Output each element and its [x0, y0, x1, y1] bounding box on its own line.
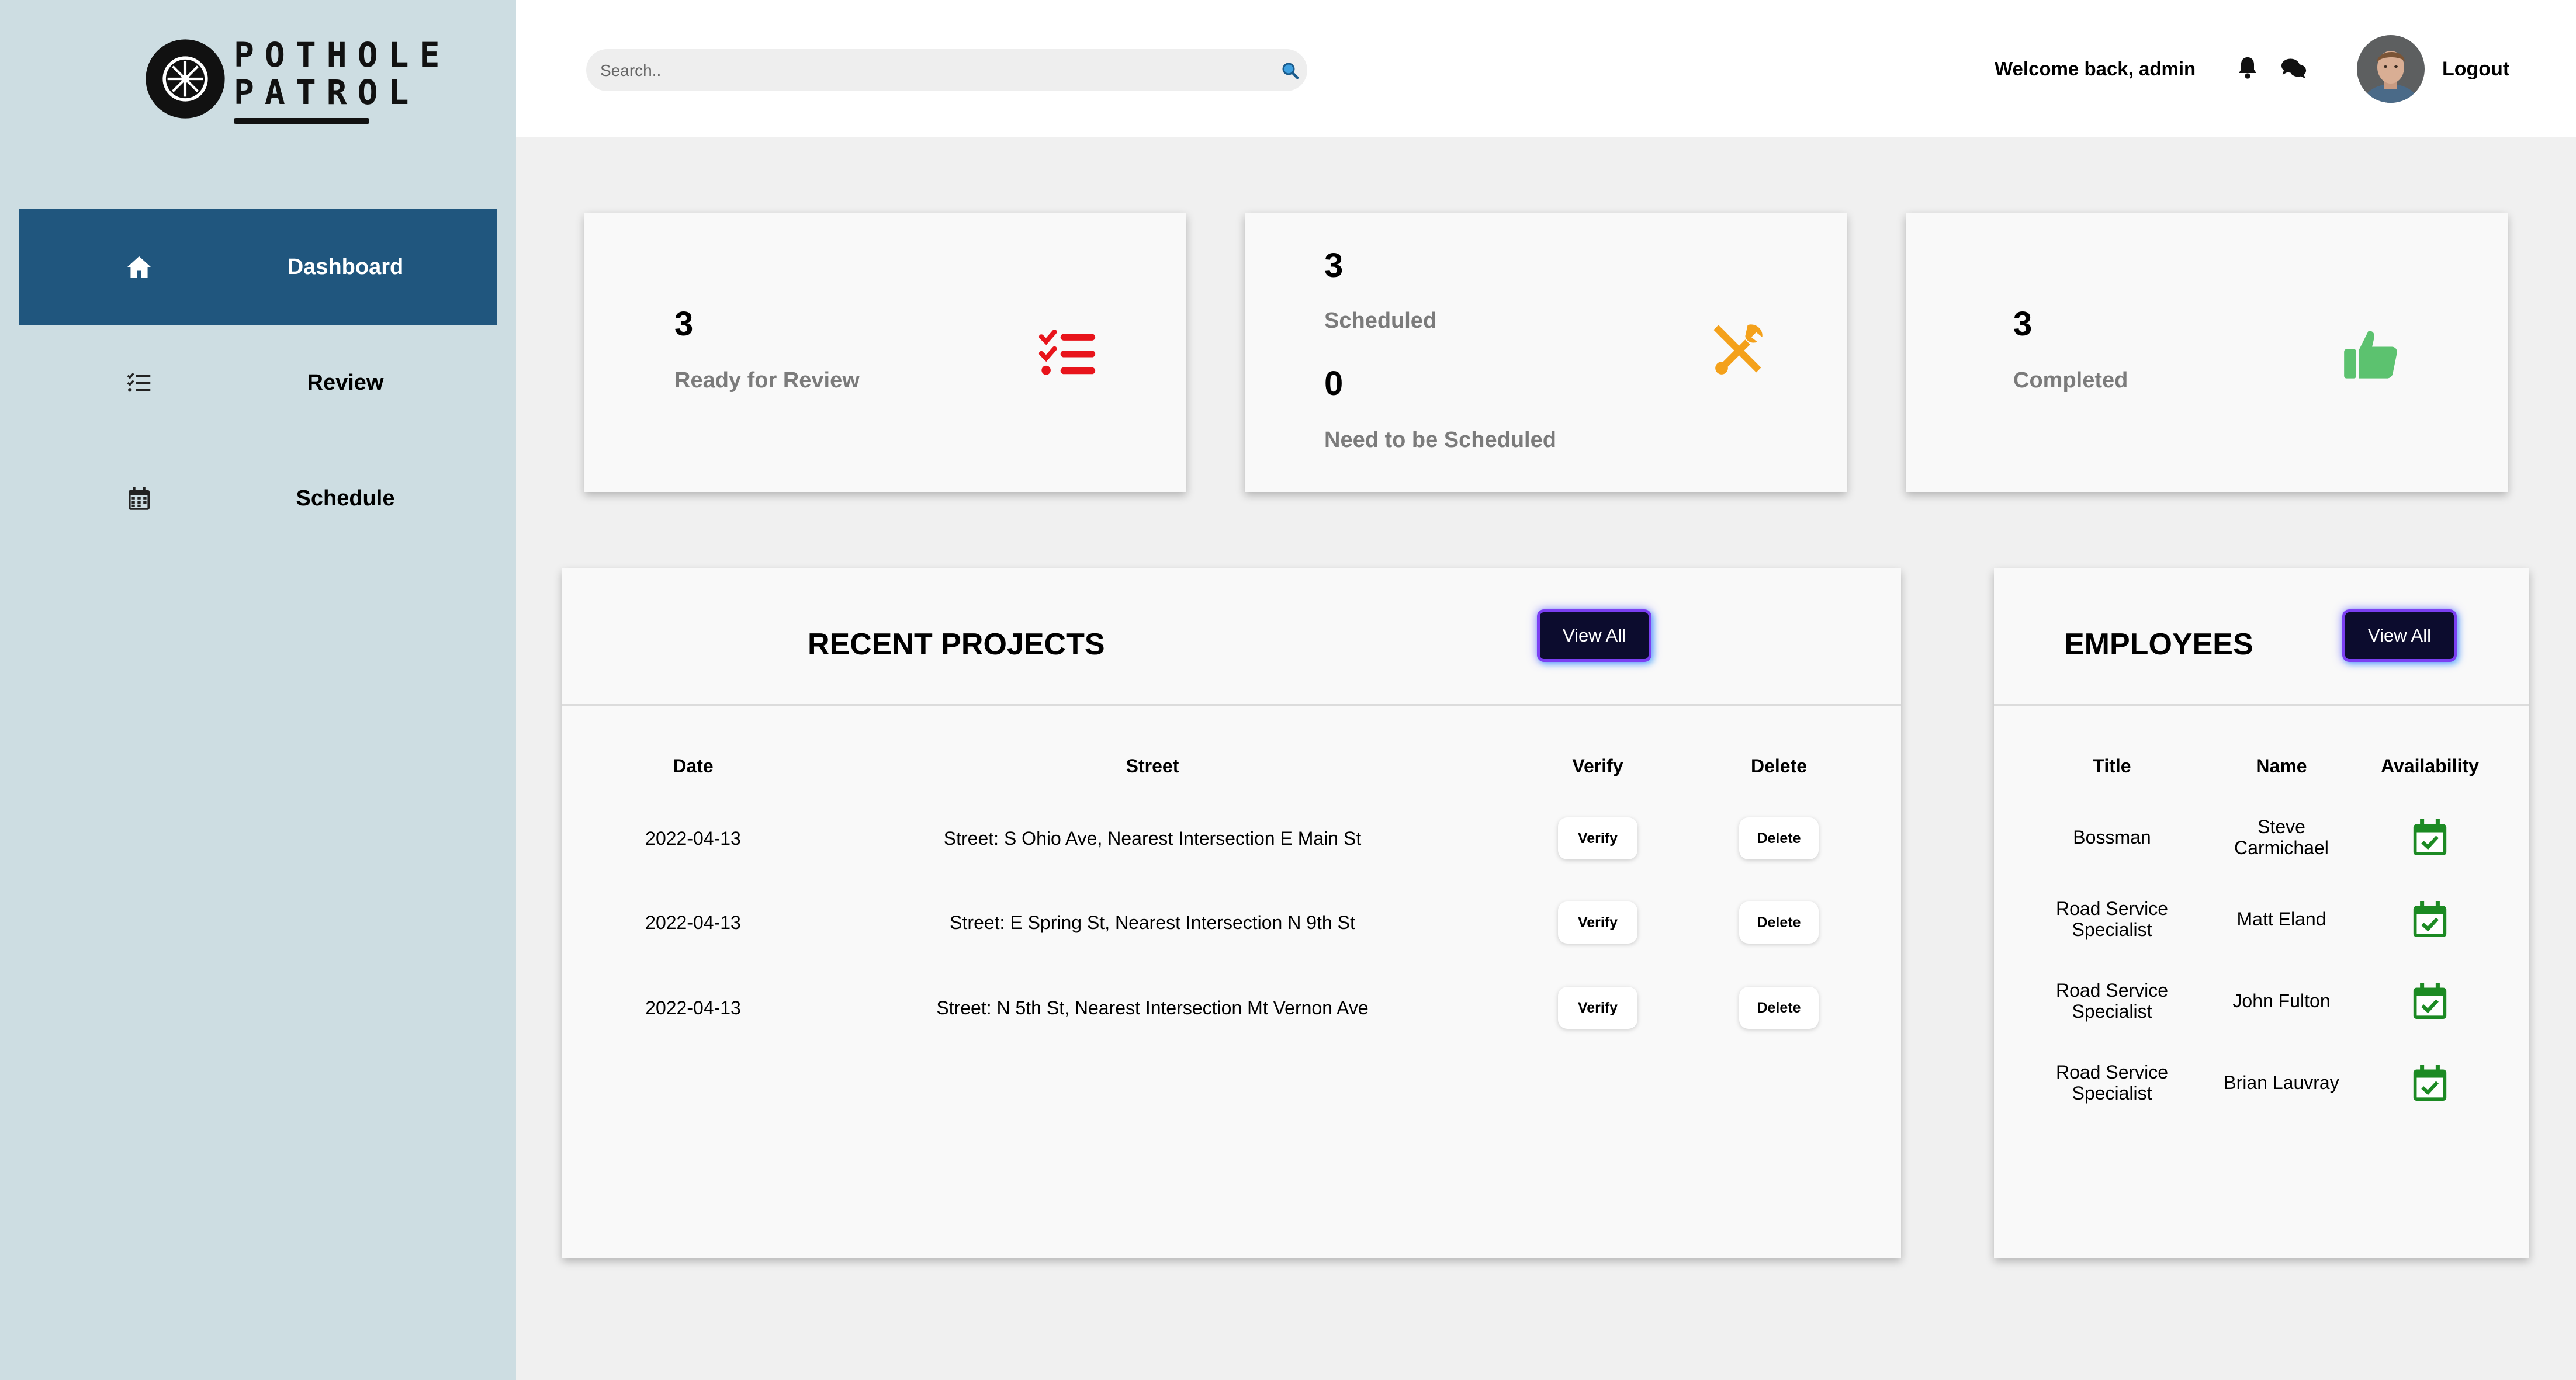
employee-title: Bossman: [2073, 827, 2151, 848]
search-icon[interactable]: [1282, 62, 1299, 79]
welcome-message: Welcome back, admin: [1995, 58, 2196, 79]
employees-title: EMPLOYEES: [2064, 627, 2253, 661]
review-count: 3: [674, 305, 694, 343]
logo-line-1: POTHOLE: [234, 35, 451, 75]
panel-divider: [562, 704, 1901, 706]
sidebar-item-label: Review: [307, 370, 384, 395]
calendar-check-icon: [2413, 983, 2447, 1019]
delete-button[interactable]: Delete: [1739, 987, 1819, 1029]
employees-view-all-button[interactable]: View All: [2342, 609, 2457, 662]
delete-button[interactable]: Delete: [1739, 817, 1819, 859]
scheduled-label: Scheduled: [1324, 308, 1437, 333]
column-header-delete[interactable]: Delete: [1751, 754, 1807, 778]
verify-button[interactable]: Verify: [1558, 987, 1637, 1029]
completed-label: Completed: [2013, 368, 2128, 393]
unscheduled-count: 0: [1324, 365, 1344, 403]
verify-button[interactable]: Verify: [1558, 817, 1637, 859]
row-street: Street: N 5th St, Nearest Intersection M…: [936, 997, 1369, 1018]
column-header-title[interactable]: Title: [2093, 754, 2131, 778]
wheel-logo-icon: [146, 39, 225, 119]
search-bar[interactable]: [586, 49, 1307, 92]
review-label: Ready for Review: [674, 368, 860, 393]
stat-card-completed[interactable]: 3 Completed: [1906, 213, 2508, 492]
employee-name: John Fulton: [2232, 990, 2331, 1011]
employee-name: Matt Eland: [2236, 909, 2326, 930]
calendar-check-icon: [2413, 1065, 2447, 1101]
projects-view-all-button[interactable]: View All: [1537, 609, 1651, 662]
employee-title: Road Service Specialist: [2055, 1062, 2169, 1104]
employee-name: Brian Lauvray: [2224, 1072, 2339, 1093]
panel-divider: [1994, 704, 2529, 706]
recent-projects-title: RECENT PROJECTS: [808, 627, 1105, 661]
top-header: Welcome back, admin Logout: [516, 0, 2576, 137]
employee-title: Road Service Specialist: [2055, 980, 2169, 1022]
sidebar-item-review[interactable]: Review: [19, 325, 497, 441]
column-header-name[interactable]: Name: [2256, 754, 2307, 778]
column-header-street[interactable]: Street: [1126, 754, 1179, 778]
checklist-icon: [1038, 330, 1096, 375]
verify-button[interactable]: Verify: [1558, 901, 1637, 944]
logout-link[interactable]: Logout: [2442, 56, 2509, 82]
completed-count: 3: [2013, 305, 2033, 343]
tools-icon: [1713, 324, 1763, 375]
column-header-availability[interactable]: Availability: [2381, 754, 2479, 778]
stat-card-scheduled[interactable]: 3 Scheduled 0 Need to be Scheduled: [1245, 213, 1847, 492]
sidebar: POTHOLE PATROL Dashboard Review Schedule: [0, 0, 516, 1380]
sidebar-item-schedule[interactable]: Schedule: [19, 441, 497, 556]
bell-icon[interactable]: [2237, 56, 2258, 79]
row-date: 2022-04-13: [645, 997, 741, 1018]
thumbs-up-icon: [2344, 331, 2397, 379]
employees-panel: EMPLOYEES View All Title Name Availabili…: [1994, 568, 2529, 1258]
stat-card-review[interactable]: 3 Ready for Review: [584, 213, 1186, 492]
checklist-icon: [106, 368, 172, 397]
row-street: Street: E Spring St, Nearest Intersectio…: [950, 912, 1355, 933]
search-input[interactable]: [599, 49, 1256, 92]
sidebar-item-label: Dashboard: [287, 254, 404, 279]
unscheduled-label: Need to be Scheduled: [1324, 428, 1556, 452]
logo-underline: [234, 118, 369, 124]
calendar-icon: [106, 484, 172, 513]
sidebar-item-dashboard[interactable]: Dashboard: [19, 209, 497, 325]
user-avatar[interactable]: [2357, 35, 2425, 103]
row-date: 2022-04-13: [645, 912, 741, 933]
chat-icon[interactable]: [2281, 57, 2307, 79]
row-street: Street: S Ohio Ave, Nearest Intersection…: [943, 828, 1362, 849]
recent-projects-panel: RECENT PROJECTS View All Date Street Ver…: [562, 568, 1901, 1258]
calendar-check-icon: [2413, 901, 2447, 937]
column-header-date[interactable]: Date: [673, 754, 713, 778]
employee-title: Road Service Specialist: [2055, 898, 2169, 940]
scheduled-count: 3: [1324, 247, 1344, 285]
employee-name: Steve Carmichael: [2234, 816, 2329, 858]
calendar-check-icon: [2413, 819, 2447, 855]
row-date: 2022-04-13: [645, 828, 741, 849]
home-icon: [106, 252, 172, 282]
logo-wordmark: POTHOLE PATROL: [234, 36, 450, 111]
pothole-patrol-logo[interactable]: POTHOLE PATROL: [145, 36, 439, 130]
sidebar-item-label: Schedule: [296, 486, 395, 511]
column-header-verify[interactable]: Verify: [1572, 754, 1623, 778]
logo-line-2: PATROL: [234, 72, 420, 112]
delete-button[interactable]: Delete: [1739, 901, 1819, 944]
